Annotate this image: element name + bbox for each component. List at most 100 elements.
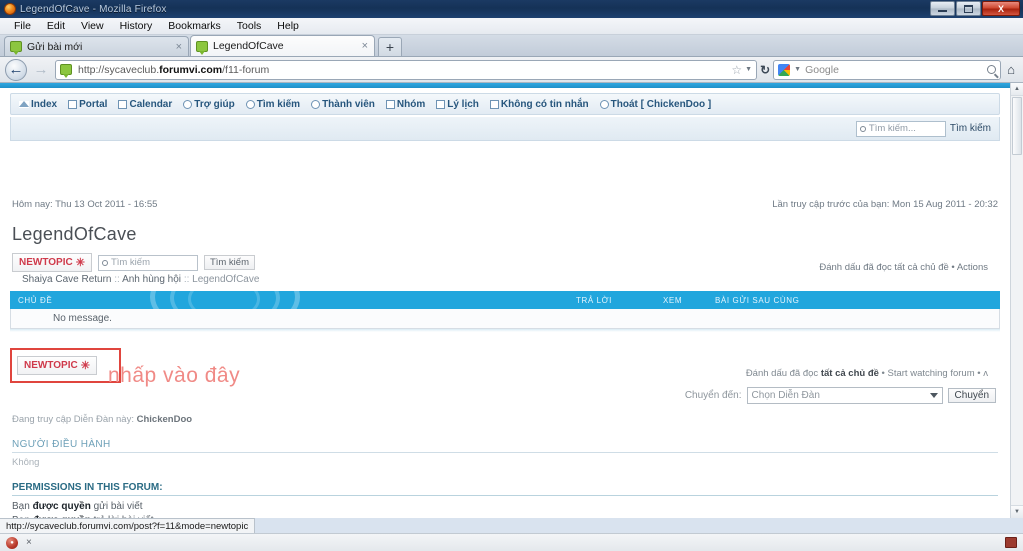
menu-help[interactable]: Help: [269, 20, 307, 32]
forum-nav-label: Thoát [ ChickenDoo ]: [610, 98, 712, 110]
url-bar[interactable]: http://sycaveclub.forumvi.com/f11-forum …: [55, 59, 758, 80]
new-topic-button-bottom[interactable]: NEWTOPIC ✳: [17, 356, 97, 375]
forum-nav-help[interactable]: Trợ giúp: [183, 99, 235, 110]
portal-icon: [68, 99, 78, 109]
empty-message: No message.: [53, 313, 112, 324]
search-icon: [245, 99, 255, 109]
scrollbar-thumb[interactable]: [1012, 97, 1022, 155]
scroll-down-icon[interactable]: ▼: [1011, 505, 1023, 518]
jump-to-select[interactable]: Chọn Diễn Đàn: [746, 387, 943, 404]
forum-nav-label: Index: [31, 98, 58, 110]
column-header-replies: TRẢ LỜI: [576, 295, 612, 305]
forum-nav-profile[interactable]: Lý lịch: [436, 99, 479, 110]
home-icon[interactable]: ⌂: [1004, 62, 1018, 77]
forum-nav-label: Portal: [79, 98, 108, 110]
new-topic-label: NEWTOPIC: [24, 360, 78, 371]
minimize-button[interactable]: [930, 1, 955, 16]
forum-nav-portal[interactable]: Portal: [68, 99, 107, 110]
annotation-text: nhấp vào đây: [108, 364, 241, 387]
star-icon: ✳: [75, 257, 85, 269]
tab-legendofcave[interactable]: LegendOfCave ×: [190, 35, 375, 56]
column-header-last-post: BÀI GỬI SAU CÙNG: [715, 295, 800, 305]
menu-history[interactable]: History: [112, 20, 161, 32]
mark-read-actions-bottom[interactable]: Đánh dấu đã đọc tất cả chủ đề • Start wa…: [746, 368, 988, 379]
reload-icon[interactable]: ↻: [760, 63, 770, 77]
back-button-icon[interactable]: ←: [5, 58, 27, 81]
topic-search-button[interactable]: Tìm kiếm: [203, 255, 255, 270]
scroll-up-icon[interactable]: ▲: [1011, 83, 1023, 96]
tab-gui-bai-moi[interactable]: Gửi bài mới ×: [4, 36, 189, 56]
actions-prefix: Đánh dấu đã đọc: [745, 368, 819, 379]
forum-nav-messages[interactable]: Không có tin nhắn: [489, 98, 589, 110]
logout-icon: [599, 99, 609, 109]
home-icon: [19, 100, 29, 108]
menu-tools[interactable]: Tools: [229, 20, 270, 32]
search-engine-label: Google: [805, 63, 839, 76]
forum-nav-calendar[interactable]: Calendar: [118, 99, 172, 110]
viewing-user[interactable]: ChickenDoo: [137, 414, 192, 425]
browser-search-input[interactable]: ▼ Google: [773, 59, 1002, 80]
group-icon: [385, 99, 395, 109]
chevron-down-icon[interactable]: ▼: [745, 66, 752, 73]
topic-table-body: No message.: [10, 309, 1000, 329]
permission-pre: Bạn: [12, 501, 33, 512]
forum-nav-label: Calendar: [129, 98, 173, 110]
breadcrumb-mid[interactable]: Anh hùng hội: [122, 274, 181, 285]
tab-label: LegendOfCave: [213, 40, 284, 52]
bookmark-star-icon[interactable]: ☆: [731, 63, 742, 77]
heading-rule: [111, 439, 998, 450]
mark-read-actions-top[interactable]: Đánh dấu đã đọc tất cả chủ đề • Actions: [819, 262, 988, 273]
forum-nav-logout[interactable]: Thoát [ ChickenDoo ]: [599, 98, 712, 110]
forum-nav-search[interactable]: Tìm kiếm: [245, 99, 300, 110]
today-label: Hôm nay: Thu 13 Oct 2011 - 16:55: [12, 199, 158, 210]
close-button[interactable]: X: [982, 1, 1020, 16]
tab-close-icon[interactable]: ×: [176, 41, 182, 53]
visit-info-row: Hôm nay: Thu 13 Oct 2011 - 16:55 Lần tru…: [0, 199, 1010, 210]
maximize-button[interactable]: [956, 1, 981, 16]
tab-label: Gửi bài mới: [27, 40, 83, 53]
table-shadow: [10, 329, 1000, 332]
menu-edit[interactable]: Edit: [39, 20, 73, 32]
topic-search-input[interactable]: Tìm kiếm: [97, 254, 198, 271]
vertical-scrollbar[interactable]: ▲ ▼: [1010, 83, 1023, 518]
last-visit-label: Lần truy cập trước của bạn: Mon 15 Aug 2…: [772, 199, 998, 210]
firefox-icon: [4, 3, 16, 15]
new-topic-button-top[interactable]: NEWTOPIC ✳: [12, 253, 92, 272]
star-icon: ✳: [80, 360, 90, 372]
url-suffix: /f11-forum: [222, 63, 270, 76]
search-icon: [101, 259, 108, 266]
message-icon: [489, 99, 499, 109]
moderator-value: Không: [12, 457, 40, 468]
breadcrumb-root[interactable]: Shaiya Cave Return: [22, 274, 112, 285]
page-top-accent: [0, 83, 1010, 88]
window-controls: X: [930, 1, 1020, 16]
forum-search-button[interactable]: Tìm kiếm: [950, 123, 991, 134]
forum-nav-groups[interactable]: Nhóm: [385, 99, 425, 110]
jump-to-selected: Chọn Diễn Đàn: [751, 390, 820, 401]
browser-window: LegendOfCave - Mozilla Firefox X File Ed…: [0, 0, 1023, 551]
navigation-toolbar: ← → http://sycaveclub.forumvi.com/f11-fo…: [0, 57, 1023, 83]
forum-search-input[interactable]: Tìm kiếm...: [855, 120, 946, 137]
new-tab-button[interactable]: +: [378, 37, 402, 56]
menu-view[interactable]: View: [73, 20, 112, 32]
tray-icon[interactable]: [1005, 537, 1017, 548]
jump-to-button[interactable]: Chuyển: [947, 388, 996, 403]
forum-search-row: Tìm kiếm... Tìm kiếm: [10, 117, 1000, 141]
moderator-heading-label: NGƯỜI ĐIỀU HÀNH: [12, 439, 111, 450]
browser-bottom-bar: ● ×: [0, 533, 1023, 551]
search-icon[interactable]: [987, 65, 997, 74]
actions-bold: tất cả chủ đề: [820, 368, 879, 379]
addon-badge-icon[interactable]: ●: [6, 536, 18, 549]
forum-nav-members[interactable]: Thành viên: [311, 99, 375, 110]
forum-nav-label: Không có tin nhắn: [500, 98, 589, 110]
forward-button-icon[interactable]: →: [30, 59, 52, 81]
column-header-views: XEM: [663, 295, 683, 305]
member-icon: [311, 99, 321, 109]
menu-file[interactable]: File: [6, 20, 39, 32]
forum-nav-index[interactable]: Index: [19, 99, 57, 110]
menu-bookmarks[interactable]: Bookmarks: [160, 20, 229, 32]
close-icon[interactable]: ×: [26, 537, 32, 548]
chevron-down-icon[interactable]: ▼: [794, 66, 801, 73]
column-header-subject: CHỦ ĐỀ: [18, 295, 53, 305]
tab-close-icon[interactable]: ×: [362, 40, 368, 52]
